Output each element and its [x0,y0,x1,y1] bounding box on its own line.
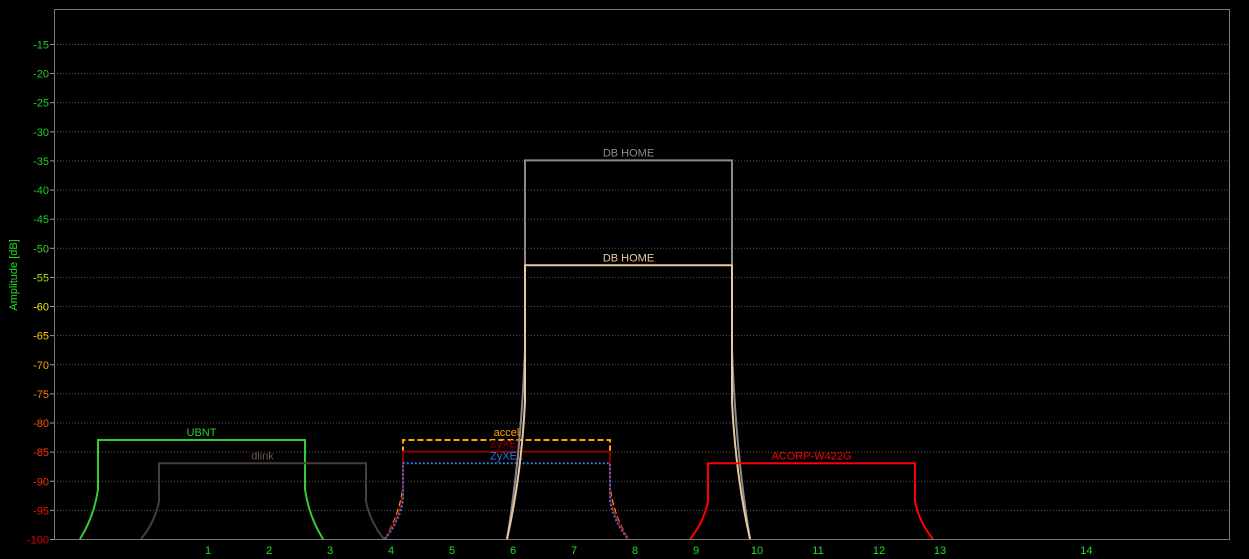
network-label: DB HOME [603,252,654,264]
y-tick-label: -40 [33,185,49,197]
y-tick-label: -20 [33,69,49,81]
y-tick-label: -25 [33,98,49,110]
x-tick-label: 5 [449,545,455,557]
x-tick-label: 7 [571,545,577,557]
y-tick-label: -85 [33,447,49,459]
x-tick-label: 4 [388,545,394,557]
wifi-channel-chart: -15 -20 -25 -30 -35 -40 -45 -50 -55 -60 -65 -70 -75 -… [0,0,1249,559]
y-axis-label: Amplitude [dB] [8,239,20,311]
x-tick-label: 13 [934,545,946,557]
x-tick-label: 6 [510,545,516,557]
y-tick-label: -100 [27,535,49,547]
network-label: accel [494,427,520,439]
y-tick-label: -15 [33,39,49,51]
y-tick-label: -65 [33,331,49,343]
network-label: ACORP-W422G [771,450,851,462]
network-label: DB HOME [603,147,654,159]
x-tick-label: 1 [205,545,211,557]
y-tick-label: -30 [33,127,49,139]
x-tick-label: 11 [812,545,823,557]
x-tick-label: 10 [751,545,763,557]
y-tick-label: -55 [33,272,49,284]
y-tick-label: -75 [33,389,49,401]
y-tick-label: -50 [33,243,49,255]
y-tick-label: -80 [33,418,49,430]
y-tick-label: -45 [33,214,49,226]
y-tick-label: -70 [33,360,49,372]
x-tick-label: 8 [632,545,638,557]
x-tick-label: 3 [327,545,333,557]
x-tick-label: 2 [266,545,272,557]
y-tick-label: -90 [33,476,49,488]
y-tick-label: -35 [33,156,49,168]
network-label: dlink [251,450,274,462]
y-tick-label: -60 [33,302,49,314]
network-label: UBNT [187,427,217,439]
x-tick-label: 12 [873,545,885,557]
chart-background [0,0,1249,559]
x-tick-label: 14 [1080,545,1092,557]
y-tick-label: -95 [33,505,49,517]
x-tick-label: 9 [693,545,699,557]
